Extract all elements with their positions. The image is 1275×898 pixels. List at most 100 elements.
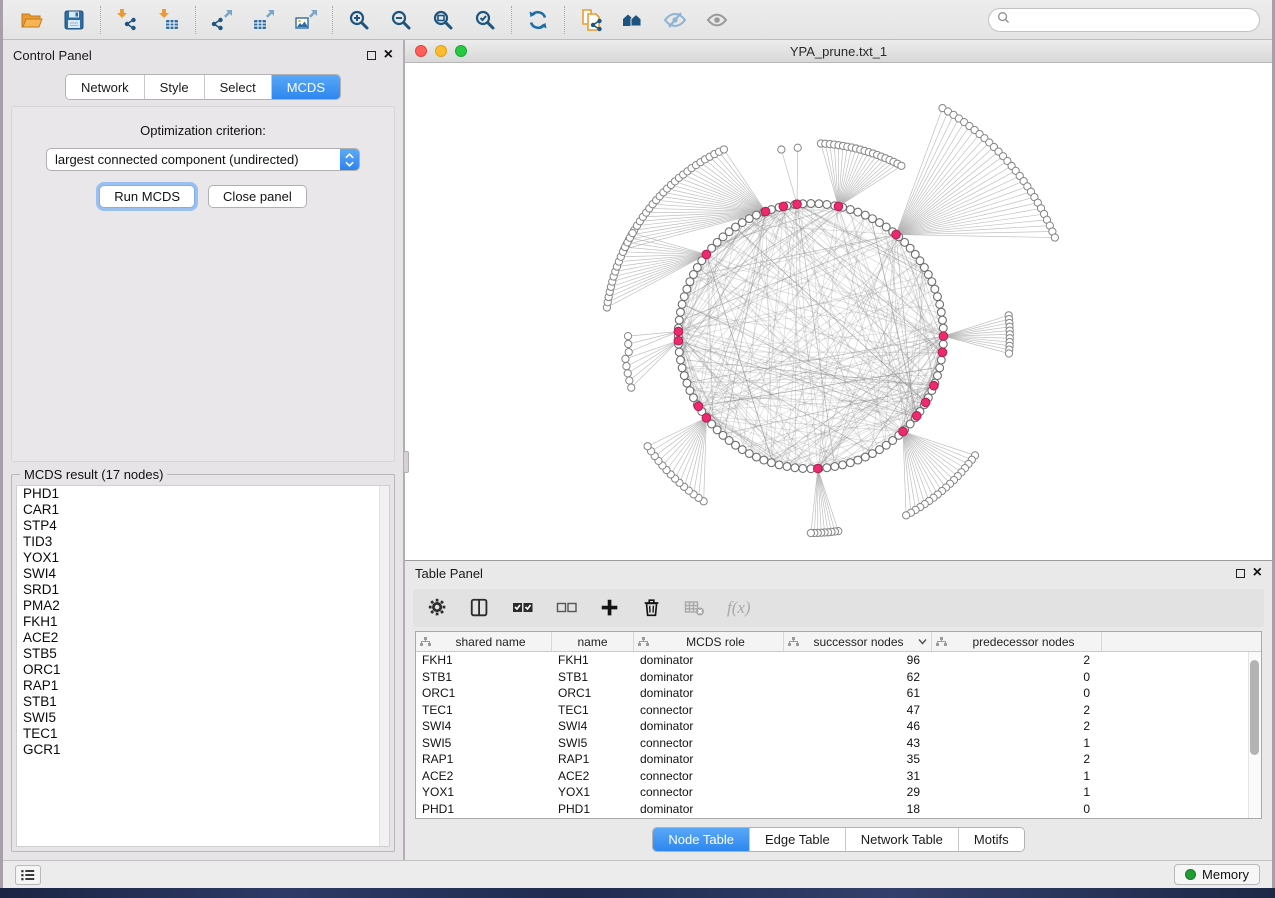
table-cell: 18	[784, 802, 932, 816]
zoom-in-icon[interactable]	[338, 3, 380, 37]
tab-node-table[interactable]: Node Table	[653, 828, 750, 851]
mcds-result-item[interactable]: SRD1	[17, 582, 389, 598]
search-box[interactable]	[988, 8, 1260, 32]
column-header-MCDS-role[interactable]: MCDS role	[634, 632, 784, 651]
table-cell: YOX1	[552, 785, 634, 799]
network-window-titlebar[interactable]: YPA_prune.txt_1	[405, 40, 1272, 63]
table-row[interactable]: RAP1RAP1dominator352	[416, 751, 1261, 768]
select-all-checkboxes-icon[interactable]	[511, 596, 535, 620]
close-panel-button[interactable]: Close panel	[208, 185, 307, 208]
zoom-selected-icon[interactable]	[464, 3, 506, 37]
mcds-result-item[interactable]: ORC1	[17, 662, 389, 678]
run-mcds-button[interactable]: Run MCDS	[99, 185, 195, 208]
result-list-scrollbar[interactable]	[379, 486, 389, 846]
hide-selected-icon[interactable]	[654, 3, 696, 37]
mcds-result-item[interactable]: GCR1	[17, 742, 389, 758]
add-column-icon[interactable]	[599, 596, 621, 620]
import-network-icon[interactable]	[106, 3, 148, 37]
close-window-icon[interactable]	[415, 45, 427, 57]
export-table-icon[interactable]	[243, 3, 285, 37]
open-session-icon[interactable]	[11, 3, 53, 37]
mcds-result-item[interactable]: ACE2	[17, 630, 389, 646]
mcds-result-item[interactable]: YOX1	[17, 550, 389, 566]
column-header-predecessor-nodes[interactable]: predecessor nodes	[932, 632, 1102, 651]
mcds-result-item[interactable]: STP4	[17, 518, 389, 534]
close-table-panel-icon[interactable]: ×	[1253, 568, 1262, 578]
network-view-window: YPA_prune.txt_1	[405, 40, 1272, 561]
table-row[interactable]: SWI5SWI5connector431	[416, 735, 1261, 752]
import-table-icon[interactable]	[148, 3, 190, 37]
search-input[interactable]	[1015, 10, 1259, 30]
table-cell: TEC1	[416, 703, 552, 717]
table-cell: connector	[634, 769, 784, 783]
table-row[interactable]: SWI4SWI4dominator462	[416, 718, 1261, 735]
table-cell: ORC1	[552, 686, 634, 700]
tab-style[interactable]: Style	[145, 75, 205, 99]
show-all-icon[interactable]	[696, 3, 738, 37]
table-cell: PHD1	[416, 802, 552, 816]
zoom-out-icon[interactable]	[380, 3, 422, 37]
zoom-fit-icon[interactable]	[422, 3, 464, 37]
table-scrollbar-thumb[interactable]	[1250, 660, 1259, 755]
mcds-result-item[interactable]: TID3	[17, 534, 389, 550]
tab-mcds[interactable]: MCDS	[272, 75, 340, 99]
table-row[interactable]: YOX1YOX1connector291	[416, 784, 1261, 801]
close-panel-icon[interactable]: ×	[384, 50, 393, 60]
tab-network-table[interactable]: Network Table	[846, 828, 959, 851]
settings-gear-icon[interactable]	[427, 596, 449, 620]
table-row[interactable]: ACE2ACE2connector311	[416, 768, 1261, 785]
task-history-button[interactable]	[15, 865, 41, 885]
table-row[interactable]: FKH1FKH1dominator962	[416, 652, 1261, 669]
column-header-successor-nodes[interactable]: successor nodes	[784, 632, 932, 651]
column-header-shared-name[interactable]: shared name	[416, 632, 552, 651]
table-cell: 0	[932, 686, 1102, 700]
refresh-icon[interactable]	[517, 3, 559, 37]
minimize-window-icon[interactable]	[435, 45, 447, 57]
table-row[interactable]: STB1STB1dominator620	[416, 669, 1261, 686]
float-panel-icon[interactable]	[367, 51, 376, 60]
tab-motifs[interactable]: Motifs	[959, 828, 1024, 851]
table-cell: STB1	[552, 670, 634, 684]
tab-network[interactable]: Network	[66, 75, 145, 99]
node-table[interactable]: shared namenameMCDS rolesuccessor nodesp…	[415, 631, 1262, 819]
table-row[interactable]: ORC1ORC1dominator610	[416, 685, 1261, 702]
tab-select[interactable]: Select	[205, 75, 272, 99]
table-row[interactable]: TEC1TEC1connector472	[416, 702, 1261, 719]
float-table-panel-icon[interactable]	[1236, 569, 1245, 578]
mcds-result-item[interactable]: STB1	[17, 694, 389, 710]
panel-splitter-handle[interactable]	[403, 451, 409, 473]
table-cell: connector	[634, 736, 784, 750]
criterion-select[interactable]: largest connected component (undirected)	[46, 148, 360, 171]
delete-column-icon[interactable]	[641, 596, 663, 620]
table-cell: ACE2	[416, 769, 552, 783]
optimization-criterion-label: Optimization criterion:	[12, 123, 394, 138]
mcds-result-item[interactable]: PHD1	[17, 486, 389, 502]
search-icon	[997, 11, 1010, 29]
save-session-icon[interactable]	[53, 3, 95, 37]
mcds-result-item[interactable]: SWI5	[17, 710, 389, 726]
mcds-result-item[interactable]: SWI4	[17, 566, 389, 582]
export-network-icon[interactable]	[201, 3, 243, 37]
mcds-result-item[interactable]: STB5	[17, 646, 389, 662]
mcds-result-item[interactable]: RAP1	[17, 678, 389, 694]
memory-button[interactable]: Memory	[1174, 864, 1260, 885]
table-cell: dominator	[634, 752, 784, 766]
table-panel-header: Table Panel ×	[405, 561, 1272, 585]
toolbar-separator	[195, 6, 196, 34]
mcds-result-item[interactable]: FKH1	[17, 614, 389, 630]
first-neighbors-icon[interactable]	[612, 3, 654, 37]
column-layout-icon[interactable]	[469, 596, 491, 620]
deselect-all-checkboxes-icon[interactable]	[555, 596, 579, 620]
maximize-window-icon[interactable]	[455, 45, 467, 57]
export-image-icon[interactable]	[285, 3, 327, 37]
mcds-result-item[interactable]: PMA2	[17, 598, 389, 614]
mcds-result-item[interactable]: CAR1	[17, 502, 389, 518]
tab-edge-table[interactable]: Edge Table	[750, 828, 846, 851]
mcds-result-item[interactable]: TEC1	[17, 726, 389, 742]
column-header-name[interactable]: name	[552, 632, 634, 651]
mcds-result-list[interactable]: PHD1CAR1STP4TID3YOX1SWI4SRD1PMA2FKH1ACE2…	[16, 485, 390, 847]
clone-network-icon[interactable]	[570, 3, 612, 37]
network-canvas[interactable]	[405, 63, 1272, 560]
table-scrollbar[interactable]	[1248, 652, 1261, 818]
table-row[interactable]: PHD1PHD1dominator180	[416, 801, 1261, 818]
